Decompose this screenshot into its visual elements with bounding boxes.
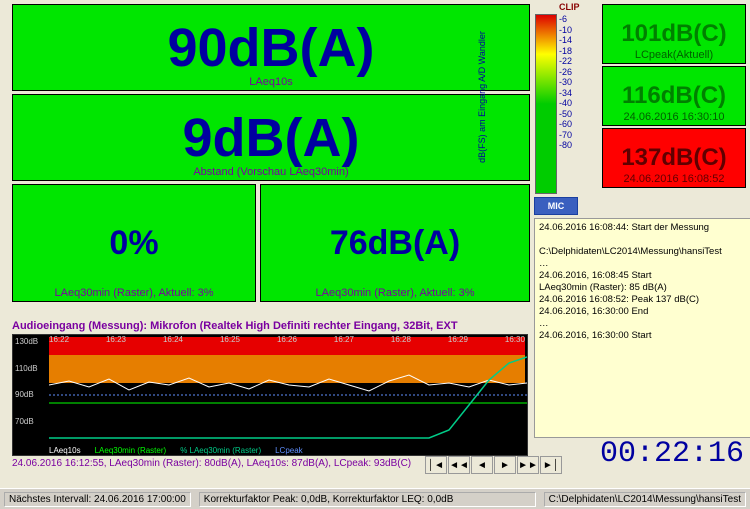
- laeq30-label: LAeq30min (Raster), Aktuell: 3%: [261, 287, 529, 299]
- graph-plot[interactable]: 130dB110dB90dB70dB 16:2216:2316:2416:251…: [12, 334, 528, 456]
- first-button[interactable]: │◄: [425, 456, 447, 474]
- log-panel[interactable]: 24.06.2016 16:08:44: Start der MessungC:…: [534, 218, 750, 438]
- lcpeak-value: 101dB(C): [621, 20, 726, 48]
- footer-path: C:\Delphidaten\LC2014\Messung\hansiTest: [544, 492, 746, 507]
- graph-title: Audioeingang (Messung): Mikrofon (Realte…: [12, 320, 528, 332]
- rewind-button[interactable]: ◄◄: [448, 456, 470, 474]
- last-button[interactable]: ►│: [540, 456, 562, 474]
- lcpeak-label: LCpeak(Aktuell): [603, 49, 745, 61]
- meter-axis-label: dB(FS) am Eingang A/D Wandler: [477, 2, 487, 192]
- red-value: 137dB(C): [621, 144, 726, 172]
- meter-bar: [535, 14, 557, 194]
- prev-button[interactable]: ◄: [471, 456, 493, 474]
- mic-button[interactable]: MIC: [534, 197, 578, 215]
- meter-ticks: -6-10-14-18-22-26-30-34-40-50-60-70-80: [559, 14, 572, 151]
- level-meter: CLIP -6-10-14-18-22-26-30-34-40-50-60-70…: [535, 2, 587, 196]
- graph-svg: [49, 335, 527, 443]
- midgreen-value: 116dB(C): [622, 82, 726, 110]
- laeq10s-value: 90dB(A): [167, 17, 374, 79]
- pct-label: LAeq30min (Raster), Aktuell: 3%: [13, 287, 255, 299]
- playback-controls: │◄ ◄◄ ◄ ► ►► ►│: [425, 456, 562, 474]
- midgreen-label: 24.06.2016 16:30:10: [603, 111, 745, 123]
- pct-value: 0%: [109, 224, 158, 263]
- laeq10s-label: LAeq10s: [13, 76, 529, 88]
- status-bar: Nächstes Intervall: 24.06.2016 17:00:00 …: [0, 488, 750, 509]
- abstand-value: 9dB(A): [183, 107, 360, 169]
- elapsed-timer: 00:22:16: [600, 437, 744, 471]
- laeq30-value: 76dB(A): [330, 224, 460, 263]
- next-button[interactable]: ►: [494, 456, 516, 474]
- footer-next: Nächstes Intervall: 24.06.2016 17:00:00: [4, 492, 191, 507]
- abstand-label: Abstand (Vorschau LAeq30min): [13, 166, 529, 178]
- graph-panel: Audioeingang (Messung): Mikrofon (Realte…: [12, 320, 528, 460]
- ffwd-button[interactable]: ►►: [517, 456, 539, 474]
- red-label: 24.06.2016 16:08:52: [603, 173, 745, 185]
- meter-clip-label: CLIP: [559, 2, 580, 12]
- footer-korr: Korrekturfaktor Peak: 0,0dB, Korrekturfa…: [199, 492, 536, 507]
